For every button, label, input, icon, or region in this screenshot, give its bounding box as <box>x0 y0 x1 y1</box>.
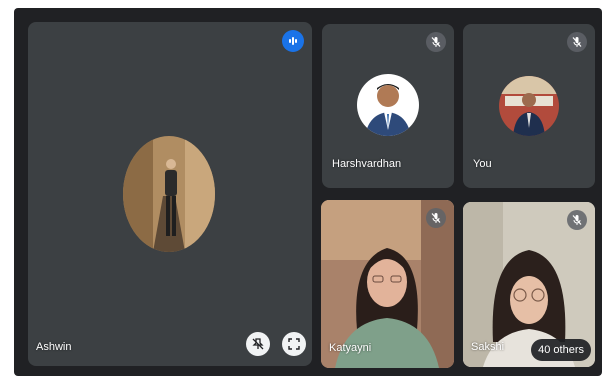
mic-off-icon <box>567 210 587 230</box>
mic-off-icon <box>567 32 587 52</box>
participant-tile-ashwin[interactable]: Ashwin <box>28 22 312 366</box>
avatar <box>123 136 215 252</box>
others-count-button[interactable]: 40 others <box>531 339 591 361</box>
mic-off-icon <box>426 208 446 228</box>
fullscreen-icon <box>288 338 300 350</box>
participant-name: Sakshi <box>471 341 505 353</box>
participant-tile-katyayni[interactable]: Katyayni <box>321 200 454 368</box>
fullscreen-button[interactable] <box>282 332 306 356</box>
participant-tile-harshvardhan[interactable]: Harshvardhan <box>322 24 454 188</box>
participant-name: Ashwin <box>36 341 72 353</box>
audio-level-icon <box>282 30 304 52</box>
avatar <box>499 76 559 136</box>
mic-off-icon <box>426 32 446 52</box>
participant-name: Katyayni <box>329 342 372 354</box>
pin-off-icon <box>252 338 264 350</box>
participant-name: Harshvardhan <box>332 158 402 170</box>
participant-tile-sakshi[interactable]: Sakshi 40 others <box>463 202 595 367</box>
participant-tile-you[interactable]: You <box>463 24 595 188</box>
participant-name: You <box>473 158 492 170</box>
avatar <box>357 74 419 136</box>
unpin-button[interactable] <box>246 332 270 356</box>
meeting-grid: Ashwin Harshvardhan You Katyayni Sakshi … <box>14 8 602 376</box>
